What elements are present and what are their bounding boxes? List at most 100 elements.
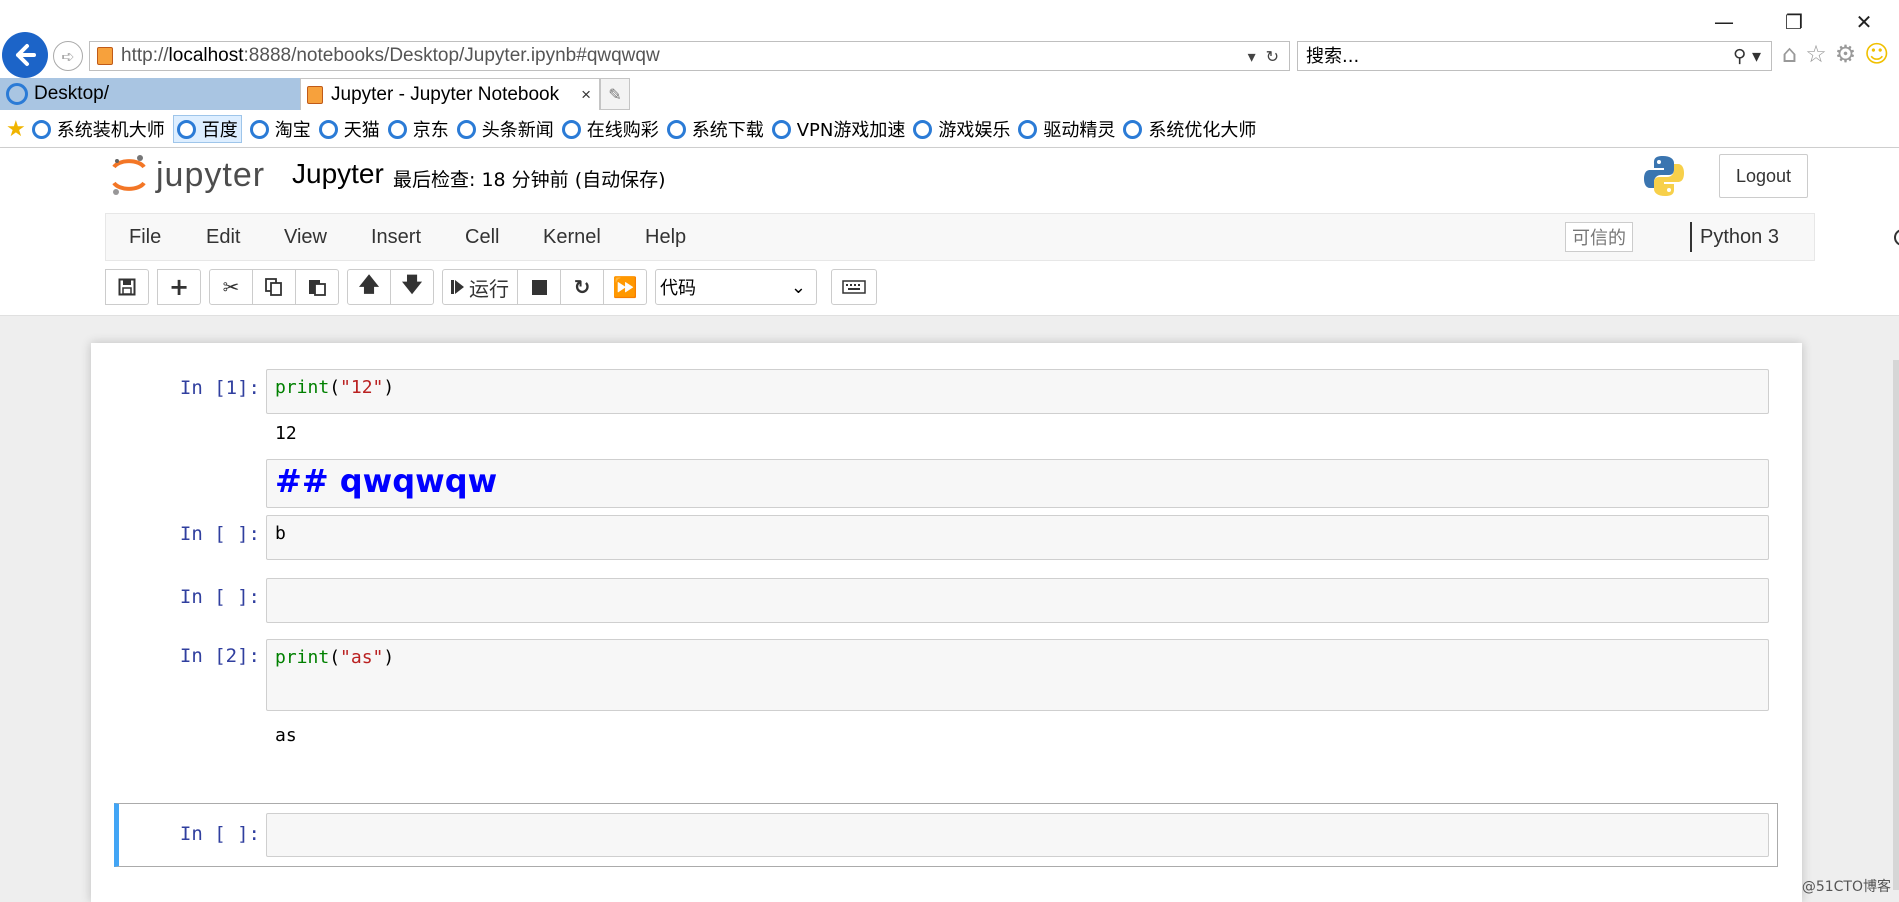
close-window-button[interactable]: ✕ <box>1829 4 1899 40</box>
ie-icon <box>249 119 269 139</box>
code-paren: ( <box>329 647 341 668</box>
favorites-star-icon[interactable]: ★ <box>6 117 26 142</box>
fast-forward-icon: ⏩ <box>612 275 638 299</box>
notebook-site[interactable]: In [1]: print("12") 12 ## qwqwqw In [ ]:… <box>0 316 1899 902</box>
menu-file[interactable]: File <box>129 214 161 260</box>
ie-icon <box>561 119 581 139</box>
cell-output: 12 <box>275 423 297 444</box>
input-prompt: In [ ]: <box>179 586 260 608</box>
ie-icon <box>913 119 933 139</box>
menu-insert[interactable]: Insert <box>371 214 421 260</box>
favorite-label: 驱动精灵 <box>1043 120 1116 141</box>
favorite-link[interactable]: 系统装机大师 <box>31 116 165 142</box>
menu-edit[interactable]: Edit <box>206 214 240 260</box>
favorite-link[interactable]: 在线购彩 <box>561 116 659 142</box>
watermark: @51CTO博客 <box>1801 879 1891 895</box>
favorite-link[interactable]: 系统优化大师 <box>1123 116 1256 142</box>
trusted-indicator[interactable]: 可信的 <box>1565 222 1633 252</box>
search-icon[interactable]: ⚲ ▾ <box>1733 46 1761 67</box>
paste-button[interactable] <box>295 269 339 305</box>
tab-jupyter-notebook[interactable]: Jupyter - Jupyter Notebook × <box>300 78 600 110</box>
logout-button[interactable]: Logout <box>1719 154 1808 198</box>
search-input[interactable] <box>1298 45 1734 67</box>
copy-button[interactable] <box>252 269 296 305</box>
save-button[interactable] <box>105 269 149 305</box>
minimize-button[interactable]: — <box>1689 4 1759 40</box>
close-tab-icon[interactable]: × <box>581 85 591 105</box>
ie-icon <box>1018 119 1038 139</box>
restart-run-all-button[interactable]: ⏩ <box>603 269 647 305</box>
favorite-label: 系统下载 <box>691 120 764 141</box>
cell-input[interactable]: print("as") <box>266 639 1769 711</box>
ie-icon <box>387 119 407 139</box>
menu-cell[interactable]: Cell <box>465 214 499 260</box>
back-button[interactable] <box>2 32 48 78</box>
favorite-link[interactable]: 京东 <box>387 116 449 142</box>
cut-button[interactable]: ✂ <box>209 269 253 305</box>
favorite-link[interactable]: 头条新闻 <box>456 116 554 142</box>
tab-desktop[interactable]: Desktop/ <box>0 78 300 110</box>
command-palette-button[interactable] <box>831 269 877 305</box>
favorite-label: 系统优化大师 <box>1148 120 1257 141</box>
restore-button[interactable]: ❐ <box>1759 4 1829 40</box>
refresh-icon[interactable]: ↻ <box>1266 47 1279 66</box>
favorites-star-icon[interactable]: ☆ <box>1805 40 1827 68</box>
page-icon <box>307 85 323 104</box>
run-button[interactable]: 运行 <box>442 269 518 305</box>
notebook-name[interactable]: Jupyter <box>292 158 384 190</box>
favorite-link[interactable]: 系统下载 <box>666 116 764 142</box>
favorite-link[interactable]: 淘宝 <box>249 116 311 142</box>
menu-view[interactable]: View <box>284 214 327 260</box>
code-keyword: print <box>275 377 330 398</box>
edit-group: ✂ <box>209 269 339 305</box>
copy-icon <box>265 278 282 296</box>
insert-cell-button[interactable]: + <box>157 269 201 305</box>
new-tab-button[interactable]: ✎ <box>600 78 630 110</box>
menu-help[interactable]: Help <box>645 214 686 260</box>
cell-input[interactable]: print("12") <box>266 369 1769 414</box>
jupyter-wordmark: jupyter <box>156 155 266 194</box>
browser-chrome: — ❐ ✕ ➪ http://localhost:8888/notebooks/… <box>0 0 1899 148</box>
settings-gear-icon[interactable]: ⚙ <box>1835 40 1857 68</box>
favorite-link[interactable]: 天猫 <box>318 116 380 142</box>
cell-input[interactable]: b <box>266 515 1769 560</box>
forward-button[interactable]: ➪ <box>53 41 83 71</box>
menu-kernel[interactable]: Kernel <box>543 214 601 260</box>
restart-button[interactable]: ↻ <box>560 269 604 305</box>
code-paren: ) <box>383 377 395 398</box>
cell-input[interactable] <box>266 578 1769 623</box>
notebook-toolbar: + ✂ 🡅 🡇 运行 ↻ ⏩ 代码 ⌄ <box>105 268 877 306</box>
favorite-label: 系统装机大师 <box>56 120 165 141</box>
save-icon <box>118 278 136 296</box>
scissors-icon: ✂ <box>222 275 240 299</box>
cell-type-select[interactable]: 代码 ⌄ <box>655 269 817 305</box>
move-up-button[interactable]: 🡅 <box>347 269 391 305</box>
favorite-label: 京东 <box>412 120 449 141</box>
checkpoint-status: 最后检查: 18 分钟前 (自动保存) <box>393 169 666 191</box>
address-bar[interactable]: http://localhost:8888/notebooks/Desktop/… <box>89 41 1290 71</box>
favorite-link[interactable]: 游戏娱乐 <box>913 116 1010 142</box>
arrow-up-icon: 🡅 <box>358 272 380 296</box>
favorite-link[interactable]: 驱动精灵 <box>1018 116 1115 142</box>
back-arrow-icon <box>16 44 36 66</box>
scrollbar[interactable] <box>1893 360 1899 890</box>
home-icon[interactable]: ⌂ <box>1782 40 1797 68</box>
input-prompt: In [2]: <box>179 645 260 667</box>
markdown-input[interactable]: ## qwqwqw <box>266 459 1769 508</box>
address-url[interactable]: http://localhost:8888/notebooks/Desktop/… <box>121 45 1248 67</box>
url-path: :8888/notebooks/Desktop/Jupyter.ipynb#qw… <box>243 45 660 66</box>
move-down-button[interactable]: 🡇 <box>390 269 434 305</box>
input-prompt: In [ ]: <box>179 823 260 845</box>
favorite-label: 天猫 <box>343 120 380 141</box>
favorite-link[interactable]: 百度 <box>172 115 242 143</box>
search-bar[interactable]: ⚲ ▾ <box>1297 41 1772 71</box>
favorite-link[interactable]: VPN游戏加速 <box>771 116 906 142</box>
address-dropdown-icon[interactable]: ▾ <box>1248 47 1256 66</box>
move-group: 🡅 🡇 <box>347 269 434 305</box>
jupyter-logo[interactable]: jupyter <box>110 153 265 197</box>
favorite-label: VPN游戏加速 <box>796 120 906 141</box>
smiley-icon[interactable]: ☺ <box>1864 40 1889 68</box>
interrupt-button[interactable] <box>517 269 561 305</box>
cell-input[interactable] <box>266 813 1769 857</box>
paste-icon <box>309 280 326 296</box>
